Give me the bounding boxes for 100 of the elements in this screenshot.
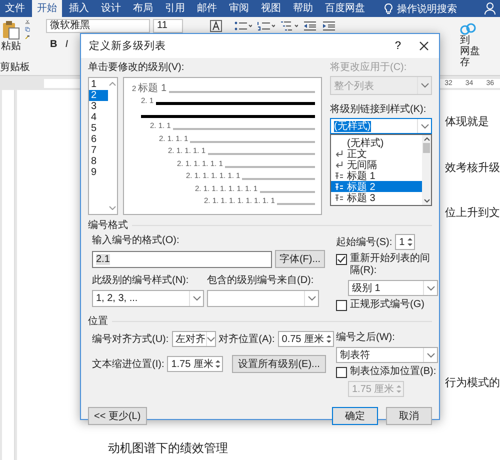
ribbon-tab[interactable]: 引用 — [160, 0, 190, 17]
ribbon-tab[interactable]: 设计 — [96, 0, 126, 17]
style-option[interactable]: (无样式) — [331, 137, 422, 148]
style-option[interactable]: 标题 3 — [331, 192, 422, 203]
apply-to-label: 将更改应用于(C): — [330, 61, 408, 74]
heading-style-icon — [335, 194, 344, 202]
link-style-dropdown[interactable]: (无样式) — [330, 118, 432, 134]
account-icon[interactable] — [484, 2, 496, 15]
ribbon-tab[interactable]: 视图 — [256, 0, 286, 17]
scroll-down-icon[interactable] — [109, 206, 116, 210]
document-text: 位上升到文 — [445, 206, 500, 221]
number-format-field[interactable]: 2.1 — [92, 250, 272, 268]
save-to-cloud-label[interactable]: 到 — [460, 35, 500, 46]
cancel-button[interactable]: 取消 — [386, 407, 432, 425]
style-option[interactable]: 标题 1 — [331, 170, 422, 181]
bullets-icon[interactable] — [234, 21, 252, 31]
help-button[interactable]: ? — [392, 40, 403, 52]
multilevel-list-icon[interactable] — [280, 21, 298, 31]
ribbon-tab[interactable]: 文件 — [0, 0, 30, 17]
level-item[interactable]: 3 — [89, 101, 108, 112]
level-list[interactable]: 1 2 3 4 5 6 7 8 9 — [88, 77, 118, 215]
indent-label: 文本缩进位置(I): — [92, 358, 164, 370]
spin-arrows-icon — [215, 358, 222, 370]
numbering-icon[interactable] — [257, 21, 275, 31]
character-border-icon[interactable] — [210, 20, 222, 32]
less-button[interactable]: << 更少(L) — [88, 407, 147, 425]
align-at-label: 对齐位置(A): — [218, 332, 275, 346]
document-text: 效考核升级 — [445, 161, 500, 176]
restart-checkbox[interactable]: 重新开始列表的间隔(R): — [336, 253, 438, 277]
copy-icon[interactable] — [22, 27, 33, 32]
lightbulb-icon — [384, 2, 393, 14]
font-button[interactable]: 字体(F)... — [275, 250, 325, 268]
spin-arrows-icon — [326, 333, 332, 345]
caret-icon — [426, 286, 434, 290]
scroll-up-icon[interactable] — [109, 82, 116, 86]
cloud-icon[interactable] — [460, 23, 478, 35]
font-name-field[interactable]: 微软雅黑 — [46, 19, 150, 33]
return-icon — [335, 160, 344, 168]
ribbon-tab[interactable]: 开始 — [32, 0, 62, 17]
increase-indent-icon[interactable] — [322, 21, 336, 31]
alignment-label: 编号对齐方式(U): — [92, 332, 169, 346]
ok-button[interactable]: 确定 — [332, 407, 378, 425]
section-heading: 位置 — [88, 314, 108, 328]
style-option[interactable]: 无间隔 — [331, 159, 422, 170]
ribbon-tab[interactable]: 帮助 — [288, 0, 318, 17]
caret-icon — [420, 124, 428, 128]
scrollbar[interactable] — [422, 135, 431, 205]
ribbon-tab[interactable]: 审阅 — [224, 0, 254, 17]
ribbon-tab[interactable]: 百度网盘 — [320, 0, 370, 17]
include-level-label: 包含的级别编号来自(D): — [207, 274, 315, 287]
number-style-dropdown[interactable]: 1, 2, 3, ... — [92, 290, 204, 307]
level-item[interactable]: 8 — [89, 156, 108, 167]
heading-style-icon — [335, 182, 344, 190]
ribbon-tab[interactable]: 插入 — [64, 0, 94, 17]
group-label: 存 — [460, 57, 471, 68]
italic-button[interactable]: I — [65, 39, 68, 50]
caret-icon — [420, 83, 428, 88]
follow-number-label: 编号之后(W): — [336, 331, 396, 344]
document-text: 行为模式的 — [445, 376, 500, 391]
indent-spinner[interactable]: 1.75 厘米 — [167, 356, 224, 372]
style-option[interactable]: 正文 — [331, 148, 422, 159]
scroll-down-icon[interactable] — [424, 199, 430, 203]
ribbon-tab[interactable]: 邮件 — [192, 0, 222, 17]
level-item[interactable]: 5 — [89, 123, 108, 134]
spin-arrows-icon — [406, 236, 413, 248]
level-label: 单击要修改的级别(V): — [88, 61, 186, 74]
scroll-thumb[interactable] — [423, 143, 430, 153]
alignment-dropdown[interactable]: 左对齐 — [172, 331, 216, 347]
level-item[interactable]: 6 — [89, 134, 108, 145]
document-text: 体现就是 — [445, 115, 489, 130]
tell-me-search[interactable]: 操作说明搜索 — [397, 2, 457, 16]
font-size-field[interactable]: 11 — [153, 19, 183, 33]
check-icon — [337, 255, 346, 264]
level-item[interactable]: 1 — [89, 79, 108, 90]
set-all-levels-button[interactable]: 设置所有级别(E)... — [232, 355, 326, 373]
preview-style-label: 标题 1 — [138, 82, 167, 94]
level-item[interactable]: 2 — [89, 90, 108, 101]
start-at-label: 起始编号(S): — [336, 236, 392, 248]
number-style-label: 此级别的编号样式(N): — [92, 274, 190, 287]
section-heading: 编号格式 — [88, 218, 128, 232]
level-item[interactable]: 9 — [89, 167, 108, 178]
heading-style-icon — [335, 172, 344, 180]
style-option[interactable]: 标题 2 — [331, 181, 422, 192]
group-label: 剪贴板 — [0, 60, 31, 75]
close-icon[interactable] — [419, 41, 429, 51]
bold-button[interactable]: B — [50, 39, 58, 50]
align-at-spinner[interactable]: 0.75 厘米 — [278, 331, 334, 347]
legal-numbering-checkbox[interactable]: 正规形式编号(G) — [336, 299, 438, 311]
follow-number-dropdown[interactable]: 制表符 — [336, 347, 438, 363]
scroll-up-icon[interactable] — [424, 137, 430, 141]
save-to-cloud-label[interactable]: 网盘 — [460, 46, 500, 57]
paste-icon[interactable] — [2, 20, 20, 40]
paste-label[interactable]: 粘贴 — [0, 39, 38, 54]
level-item[interactable]: 4 — [89, 112, 108, 123]
start-at-spinner[interactable]: 1 — [395, 234, 415, 250]
level-item[interactable]: 7 — [89, 145, 108, 156]
return-icon — [335, 150, 344, 158]
decrease-indent-icon[interactable] — [303, 21, 317, 31]
restart-level-dropdown[interactable]: 级别 1 — [348, 280, 438, 296]
ribbon-tab[interactable]: 布局 — [128, 0, 158, 17]
